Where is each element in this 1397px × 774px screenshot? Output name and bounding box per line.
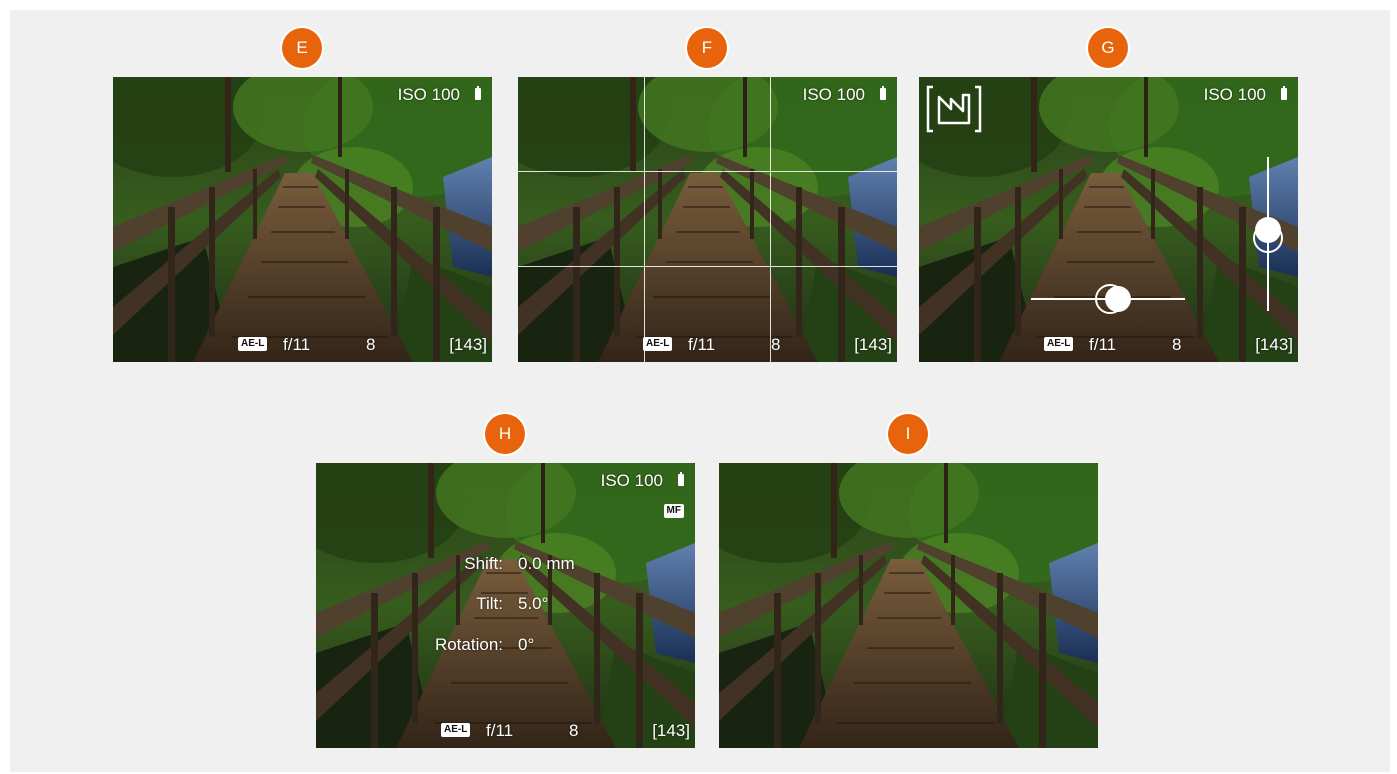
bridge-photo: [316, 463, 695, 748]
badge-f: F: [687, 28, 727, 68]
grid-line-horizontal-2: [518, 266, 897, 267]
tilt-label: Tilt:: [476, 594, 503, 613]
horizontal-level-indicator: [1095, 284, 1131, 314]
aperture-readout: f/11: [688, 335, 716, 354]
ae-lock-badge: AE-L: [238, 337, 268, 351]
iso-readout: ISO 100: [600, 471, 663, 490]
ae-lock-badge: AE-L: [441, 723, 471, 737]
aperture-readout: f/11: [486, 721, 514, 740]
vertical-level-indicator: [1253, 217, 1283, 253]
aperture-readout: f/11: [1089, 335, 1117, 354]
battery-icon: [678, 472, 684, 486]
bridge-photo: [113, 77, 492, 362]
canvas: E F G ISO 100 AE-L f/11 8 [143] ISO 100 …: [10, 10, 1390, 772]
viewfinder-i: [719, 463, 1098, 748]
remaining-shots: [143]: [854, 335, 892, 354]
shots-readout: 8: [771, 335, 781, 354]
battery-icon: [1281, 86, 1287, 100]
shots-readout: 8: [1172, 335, 1182, 354]
shift-label: Shift:: [464, 554, 503, 573]
aperture-readout: f/11: [283, 335, 311, 354]
photo-style-icon: [926, 85, 982, 133]
bridge-photo: [719, 463, 1098, 748]
rotation-value: 0°: [518, 635, 535, 654]
grid-line-vertical-1: [644, 77, 645, 362]
battery-icon: [475, 86, 481, 100]
viewfinder-e: ISO 100 AE-L f/11 8 [143]: [113, 77, 492, 362]
bridge-photo: [518, 77, 897, 362]
battery-icon: [880, 86, 886, 100]
shots-readout: 8: [366, 335, 376, 354]
rotation-label: Rotation:: [434, 635, 503, 654]
remaining-shots: [143]: [449, 335, 487, 354]
viewfinder-f: ISO 100 AE-L f/11 8 [143]: [518, 77, 897, 362]
grid-line-horizontal-1: [518, 171, 897, 172]
badge-h: H: [485, 414, 525, 454]
badge-g: G: [1088, 28, 1128, 68]
badge-i: I: [888, 414, 928, 454]
viewfinder-g: ISO 100 AE-L f/11 8 [143]: [919, 77, 1298, 362]
remaining-shots: [143]: [652, 721, 690, 740]
tilt-value: 5.0°: [518, 594, 549, 613]
shots-readout: 8: [569, 721, 579, 740]
remaining-shots: [143]: [1255, 335, 1293, 354]
ae-lock-badge: AE-L: [643, 337, 673, 351]
iso-readout: ISO 100: [1203, 85, 1266, 104]
iso-readout: ISO 100: [802, 85, 865, 104]
manual-focus-badge: MF: [663, 504, 684, 518]
badge-e: E: [282, 28, 322, 68]
viewfinder-h: ISO 100 MF Shift: 0.0 mm Tilt: 5.0° Rota…: [316, 463, 695, 748]
ae-lock-badge: AE-L: [1044, 337, 1074, 351]
grid-line-vertical-2: [770, 77, 771, 362]
iso-readout: ISO 100: [397, 85, 460, 104]
shift-value: 0.0 mm: [518, 554, 575, 573]
